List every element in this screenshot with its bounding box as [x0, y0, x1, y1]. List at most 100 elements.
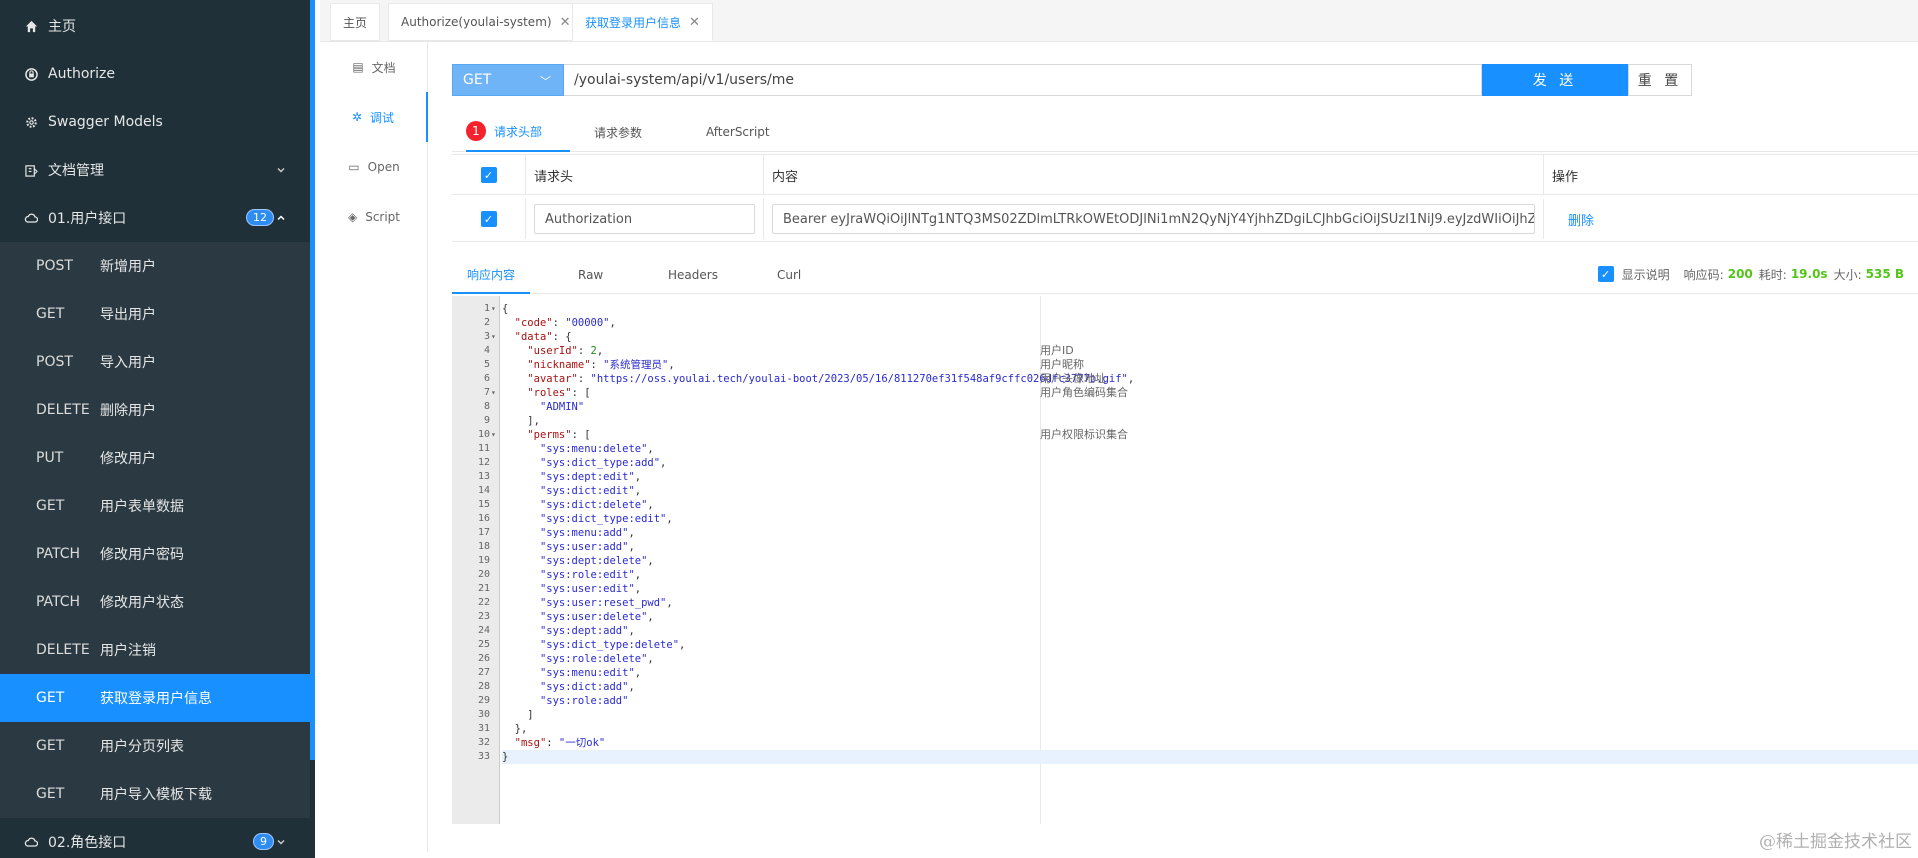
code-token: "avatar" — [527, 373, 578, 385]
cloud-icon — [24, 211, 38, 225]
endpoint-item[interactable]: POST 新增用户 — [0, 242, 310, 290]
code-token: "sys:role:edit" — [539, 569, 635, 581]
code-line: 16 "sys:dict_type:edit", — [478, 512, 1918, 526]
code-token: , — [628, 541, 635, 553]
response-editor[interactable]: 1 ▾{2 "code": "00000", 3 ▾ "data": {4 "user… — [452, 296, 1918, 824]
sidebar-scrollbar[interactable] — [310, 0, 315, 760]
method-select[interactable]: GET ﹀ — [452, 64, 564, 96]
header-name-input[interactable]: Authorization — [534, 204, 755, 234]
code-token: , — [609, 317, 616, 329]
code-token: : { — [552, 331, 572, 343]
action-cell: 删除 — [1544, 199, 1918, 239]
request-bar: GET ﹀ /youlai-system/api/v1/users/me 发 送 … — [452, 64, 1692, 96]
tab-script[interactable]: ◈ Script — [320, 192, 428, 242]
tab-label: Script — [365, 210, 401, 224]
reset-button[interactable]: 重 置 — [1628, 64, 1692, 96]
status-code-label: 响应码: — [1683, 267, 1724, 282]
header-name-cell: Authorization — [526, 199, 764, 239]
code-line: 1 ▾ { — [484, 302, 1918, 316]
url-input[interactable]: /youlai-system/api/v1/users/me — [564, 64, 1482, 96]
tab-response-content[interactable]: 响应内容 — [452, 256, 530, 294]
tab-request-headers[interactable]: 1 请求头部 — [466, 112, 570, 152]
endpoint-item[interactable]: GET 用户分页列表 — [0, 722, 310, 770]
fold-toggle-icon[interactable]: ▾ — [491, 386, 496, 400]
header-value-input[interactable]: Bearer eyJraWQiOiJlNTg1NTQ3MS02ZDlmLTRkO… — [772, 204, 1535, 234]
send-button[interactable]: 发 送 — [1482, 64, 1628, 96]
tab-request-params[interactable]: 请求参数 — [594, 112, 642, 152]
sidebar-group-role-api[interactable]: 02.角色接口 9 — [0, 818, 310, 858]
endpoint-label: 用户导入模板下载 — [100, 787, 212, 803]
line-number: 23 — [477, 611, 490, 622]
column-header: 操作 — [1552, 169, 1579, 185]
code-line: 24 "sys:dept:add", — [478, 624, 1918, 638]
code-token: } — [502, 751, 509, 763]
endpoint-item[interactable]: GET 用户表单数据 — [0, 482, 310, 530]
tab-label: Curl — [777, 268, 802, 282]
sidebar-item-swagger-models[interactable]: Swagger Models — [0, 98, 310, 146]
line-number: 5 — [483, 359, 490, 370]
show-description-checkbox[interactable]: ✓ — [1597, 266, 1614, 282]
sidebar-group-user-api[interactable]: 01.用户接口 12 — [0, 194, 310, 242]
endpoint-item[interactable]: GET 用户导入模板下载 — [0, 770, 310, 818]
http-method: GET — [36, 786, 65, 802]
column-header: 请求头 — [526, 155, 764, 195]
tab-after-script[interactable]: AfterScript — [706, 112, 770, 152]
endpoint-label: 用户表单数据 — [100, 499, 184, 515]
endpoint-label: 导入用户 — [100, 355, 156, 371]
code-line: 3 ▾ "data": { — [484, 330, 1918, 344]
tab-docs[interactable]: ▤ 文档 — [320, 42, 428, 92]
fold-toggle-icon[interactable]: ▾ — [491, 330, 496, 344]
tab-home[interactable]: 主页 — [330, 3, 381, 41]
close-icon[interactable]: ✕ — [689, 15, 700, 30]
tab-debug[interactable]: ✲ 调试 — [320, 92, 428, 142]
code-line: 25 "sys:dict_type:delete", — [478, 638, 1918, 652]
tab-authorize[interactable]: Authorize(youlai-system) ✕ — [388, 3, 584, 41]
line-number: 3 — [483, 331, 490, 342]
tab-current-user[interactable]: 获取登录用户信息 ✕ — [572, 3, 713, 41]
table-header-row: ✓ 请求头 内容 操作 — [452, 155, 1918, 195]
code-line: 20 "sys:role:edit", — [478, 568, 1918, 582]
check-icon: ✓ — [480, 211, 497, 227]
elapsed-time: 19.0s — [1790, 267, 1828, 281]
close-icon[interactable]: ✕ — [560, 15, 571, 30]
endpoint-item[interactable]: PATCH 修改用户密码 — [0, 530, 310, 578]
chevron-up-icon — [276, 211, 286, 227]
code-area[interactable]: 1 ▾{2 "code": "00000", 3 ▾ "data": {4 "user… — [478, 296, 1918, 824]
line-number: 25 — [477, 639, 490, 650]
endpoint-item[interactable]: PUT 修改用户 — [0, 434, 310, 482]
sidebar-item-authorize[interactable]: Authorize — [0, 50, 310, 98]
endpoint-item[interactable]: PATCH 修改用户状态 — [0, 578, 310, 626]
endpoint-item[interactable]: GET 导出用户 — [0, 290, 310, 338]
endpoint-item[interactable]: DELETE 删除用户 — [0, 386, 310, 434]
count-badge: 12 — [246, 209, 274, 226]
sidebar-item-home[interactable]: 主页 — [0, 2, 310, 50]
endpoint-item[interactable]: DELETE 用户注销 — [0, 626, 310, 674]
sidebar-item-doc-management[interactable]: 文档管理 — [0, 146, 310, 194]
tab-curl[interactable]: Curl — [777, 256, 801, 294]
code-line: 14 "sys:dict:edit", — [478, 484, 1918, 498]
code-line: 29 "sys:role:add" — [478, 694, 1918, 708]
line-number: 4 — [483, 345, 490, 356]
tab-open[interactable]: ▭ Open — [320, 142, 428, 192]
code-token: "data" — [514, 331, 553, 343]
fold-toggle-icon[interactable]: ▾ — [491, 302, 496, 316]
select-all-checkbox[interactable]: ✓ — [452, 155, 526, 195]
row-checkbox[interactable]: ✓ — [452, 199, 526, 239]
endpoint-item[interactable]: POST 导入用户 — [0, 338, 310, 386]
column-header: 内容 — [764, 155, 1544, 195]
code-token: : — [577, 345, 591, 357]
endpoint-label: 导出用户 — [100, 307, 156, 323]
delete-button[interactable]: 删除 — [1568, 210, 1594, 229]
tab-headers[interactable]: Headers — [668, 256, 718, 294]
endpoint-item-active[interactable]: GET 获取登录用户信息 — [0, 674, 310, 722]
line-number: 2 — [483, 317, 490, 328]
code-token: "sys:user:delete" — [539, 611, 648, 623]
code-token: ], — [502, 415, 540, 427]
fold-toggle-icon[interactable]: ▾ — [491, 428, 496, 442]
tab-raw[interactable]: Raw — [578, 256, 603, 294]
